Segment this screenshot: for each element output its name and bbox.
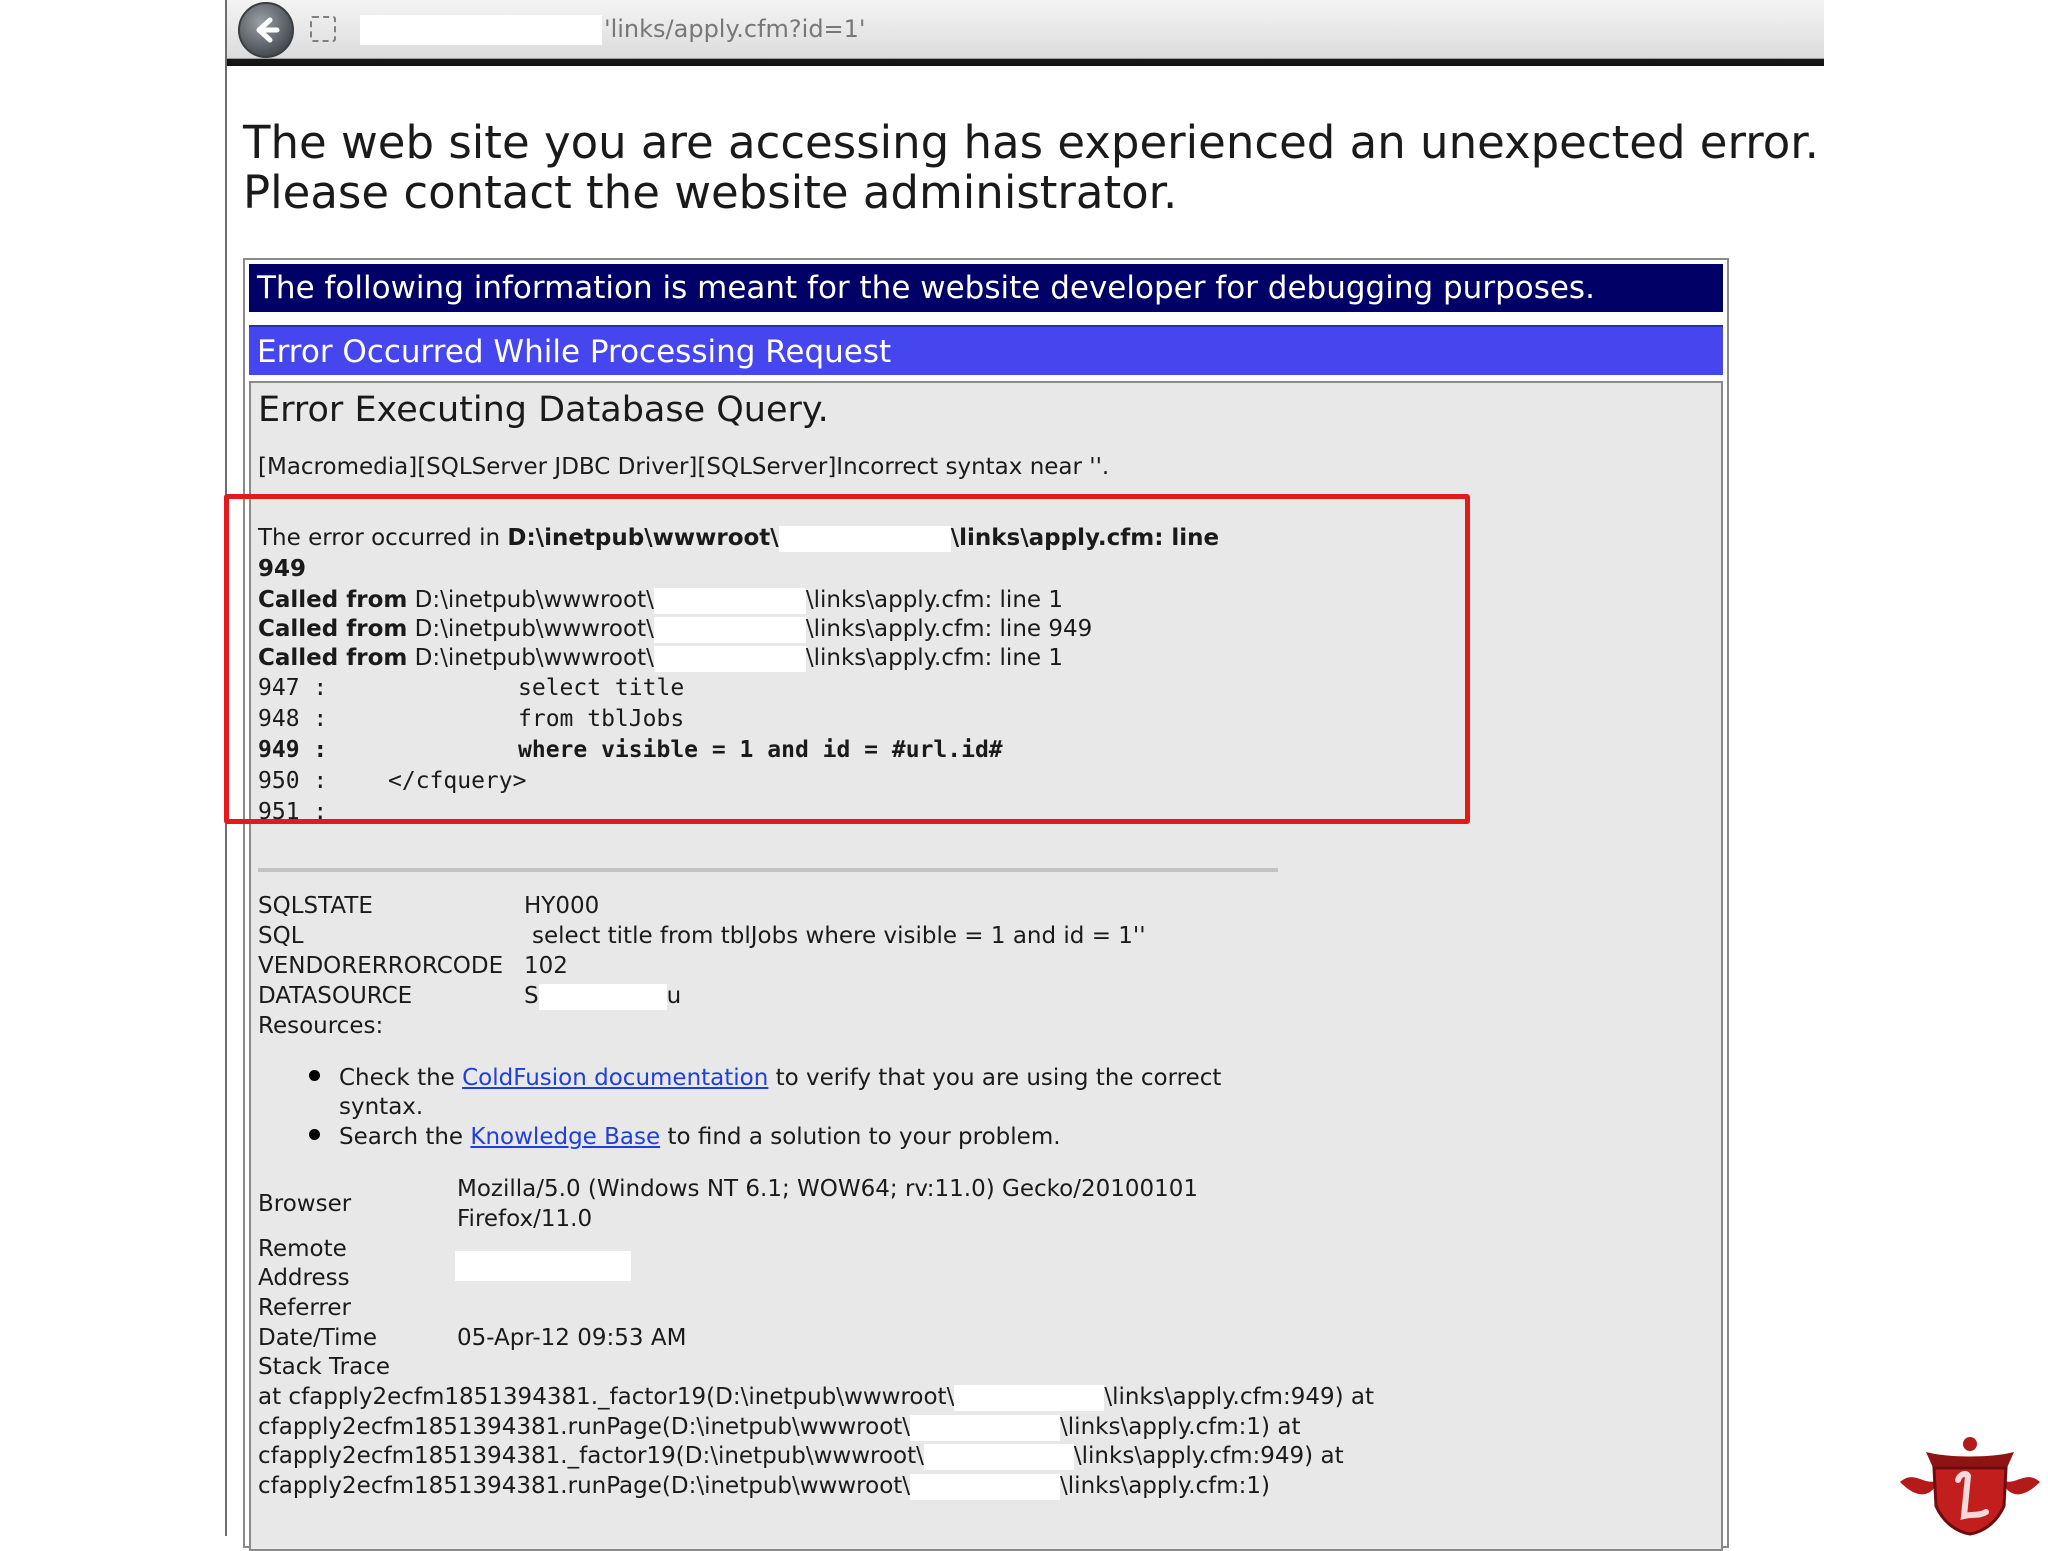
red-highlight-annotation — [224, 494, 1470, 824]
right-margin — [1824, 66, 2048, 1536]
error-title: Error Executing Database Query. — [258, 390, 829, 430]
left-margin — [0, 0, 225, 1536]
browser-value: Mozilla/5.0 (Windows NT 6.1; WOW64; rv:1… — [457, 1176, 1199, 1202]
redacted-area — [538, 983, 667, 1010]
headline-line-1: The web site you are accessing has exper… — [243, 116, 1819, 169]
error-bar: Error Occurred While Processing Request — [249, 325, 1723, 375]
bullet-icon — [309, 1070, 320, 1081]
sqlstate-value: HY000 — [524, 893, 600, 919]
resource-text: to verify that you are using the correct — [768, 1065, 1222, 1091]
url-text: 'links/apply.cfm?id=1' — [604, 15, 866, 43]
datasource-label: DATASOURCE — [258, 983, 413, 1009]
stack-trace-line: cfapply2ecfm1851394381._factor19(D:\inet… — [258, 1441, 1344, 1471]
redacted-area — [923, 1443, 1074, 1470]
vendor-error-code-value: 102 — [524, 953, 568, 979]
redacted-area — [954, 1384, 1105, 1411]
resources-label: Resources: — [258, 1013, 384, 1039]
stack-trace-text: \links\apply.cfm:949) at — [1073, 1443, 1344, 1469]
stack-trace-text: cfapply2ecfm1851394381.runPage(D:\inetpu… — [258, 1414, 911, 1440]
browser-value-continued: Firefox/11.0 — [457, 1206, 593, 1232]
coldfusion-documentation-link[interactable]: ColdFusion documentation — [462, 1065, 768, 1091]
stack-trace-text: \links\apply.cfm:949) at — [1104, 1384, 1375, 1410]
headline-line-2: Please contact the website administrator… — [243, 166, 1178, 219]
referrer-label: Referrer — [258, 1295, 351, 1321]
stack-trace-line: cfapply2ecfm1851394381.runPage(D:\inetpu… — [258, 1412, 1300, 1442]
sqlstate-label: SQLSTATE — [258, 893, 373, 919]
resource-item: Search the Knowledge Base to find a solu… — [339, 1122, 1061, 1152]
driver-message: [Macromedia][SQLServer JDBC Driver][SQLS… — [258, 454, 1110, 480]
remote-address-label-continued: Address — [258, 1265, 350, 1291]
redacted-area — [360, 15, 602, 45]
datasource-value: Su — [524, 981, 681, 1011]
sql-label: SQL — [258, 923, 304, 949]
redacted-area — [910, 1473, 1061, 1500]
bullet-icon — [309, 1129, 320, 1140]
browser-label: Browser — [258, 1191, 352, 1217]
stack-trace-text: \links\apply.cfm:1) — [1060, 1473, 1271, 1499]
remote-address-label: Remote — [258, 1236, 347, 1262]
datasource-value-end: u — [666, 983, 682, 1009]
datasource-value-start: S — [524, 983, 539, 1009]
section-divider — [258, 868, 1278, 872]
datetime-value: 05-Apr-12 09:53 AM — [457, 1325, 687, 1351]
vendor-error-code-label: VENDORERRORCODE — [258, 953, 504, 979]
stack-trace-line: cfapply2ecfm1851394381.runPage(D:\inetpu… — [258, 1471, 1270, 1501]
stack-trace-text: \links\apply.cfm:1) at — [1060, 1414, 1301, 1440]
redacted-area — [910, 1414, 1061, 1441]
resource-text: to find a solution to your problem. — [660, 1124, 1061, 1150]
stack-trace-label: Stack Trace — [258, 1354, 391, 1380]
datetime-label: Date/Time — [258, 1325, 378, 1351]
sql-value: select title from tblJobs where visible … — [532, 923, 1146, 949]
error-headline: The web site you are accessing has exper… — [243, 118, 1823, 218]
stack-trace-text: at cfapply2ecfm1851394381._factor19(D:\i… — [258, 1384, 955, 1410]
stack-trace-text: cfapply2ecfm1851394381.runPage(D:\inetpu… — [258, 1473, 911, 1499]
stack-trace-text: cfapply2ecfm1851394381._factor19(D:\inet… — [258, 1443, 924, 1469]
resource-text: Search the — [339, 1124, 471, 1150]
resource-item: Check the ColdFusion documentation to ve… — [339, 1063, 1221, 1093]
resource-item-continued: syntax. — [339, 1094, 424, 1120]
resource-text: Check the — [339, 1065, 463, 1091]
back-arrow-icon — [256, 17, 280, 43]
stack-trace-line: at cfapply2ecfm1851394381._factor19(D:\i… — [258, 1382, 1374, 1412]
url-field[interactable]: 'links/apply.cfm?id=1' — [360, 14, 866, 45]
crest-logo — [1896, 1428, 2044, 1536]
page-favicon-icon — [310, 16, 336, 42]
knowledge-base-link[interactable]: Knowledge Base — [470, 1124, 660, 1150]
redacted-area — [455, 1251, 631, 1281]
back-button[interactable] — [238, 2, 294, 58]
debug-header: The following information is meant for t… — [249, 264, 1723, 312]
